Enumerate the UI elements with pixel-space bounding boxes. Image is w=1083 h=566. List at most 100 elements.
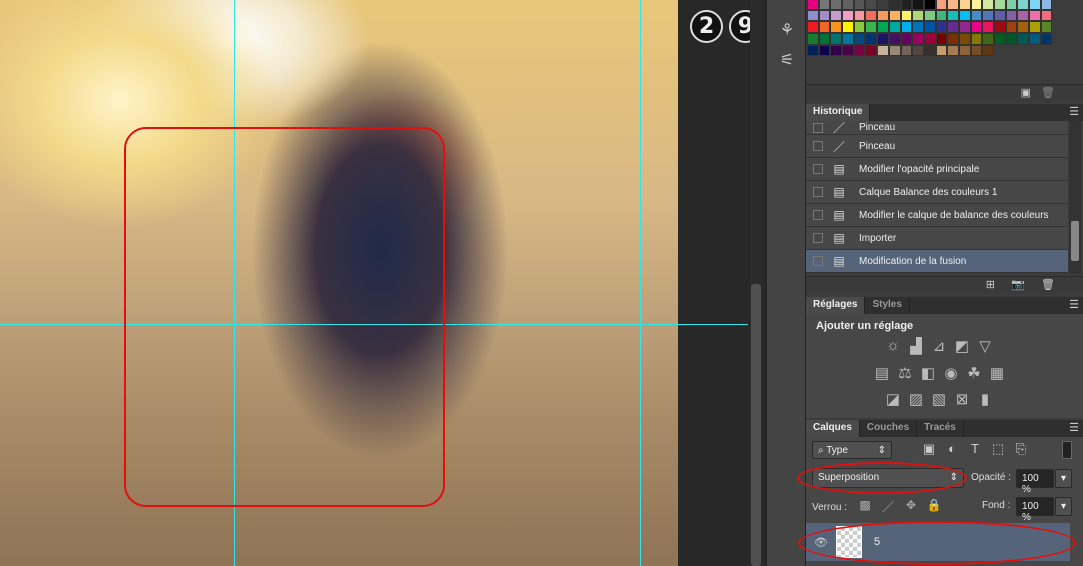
- color-swatch[interactable]: [923, 44, 936, 57]
- filter-shape-icon[interactable]: ⬚: [989, 441, 1007, 457]
- fill-dropdown[interactable]: ▾: [1055, 497, 1072, 516]
- gradient-map-triangle-icon[interactable]: ▽: [976, 337, 994, 355]
- color-swatch[interactable]: [935, 21, 948, 34]
- history-item[interactable]: ／ Pinceau: [806, 121, 1068, 135]
- canvas-scrollbar[interactable]: [750, 0, 762, 566]
- color-swatch[interactable]: [807, 21, 819, 34]
- color-swatch[interactable]: [900, 44, 913, 57]
- color-swatch[interactable]: [1040, 33, 1053, 45]
- posterize-icon[interactable]: ▨: [907, 390, 925, 408]
- color-swatch[interactable]: [935, 0, 948, 10]
- color-swatch[interactable]: [1029, 21, 1041, 34]
- color-swatch[interactable]: [1040, 21, 1053, 34]
- filter-toggle[interactable]: [1062, 441, 1072, 459]
- hue-saturation-icon[interactable]: ▤: [873, 364, 891, 382]
- tab-channels[interactable]: Couches: [860, 420, 918, 437]
- color-swatch[interactable]: [970, 21, 983, 34]
- color-swatch[interactable]: [853, 33, 866, 45]
- color-balance-icon[interactable]: ⚖: [896, 364, 914, 382]
- brush-settings-icon[interactable]: ⚟: [773, 50, 801, 72]
- color-swatch[interactable]: [877, 0, 889, 10]
- color-swatch[interactable]: [1017, 21, 1030, 34]
- color-swatch[interactable]: [970, 33, 983, 45]
- color-swatch[interactable]: [830, 44, 843, 57]
- color-swatch[interactable]: [994, 9, 1006, 22]
- color-swatch[interactable]: [818, 33, 831, 45]
- history-item[interactable]: ▤ Modifier le calque de balance des coule…: [806, 204, 1068, 227]
- swatches-grid[interactable]: [807, 0, 1053, 57]
- color-swatch[interactable]: [830, 0, 843, 10]
- color-swatch[interactable]: [830, 21, 843, 34]
- color-swatch[interactable]: [888, 21, 901, 34]
- color-swatch[interactable]: [888, 44, 901, 57]
- color-swatch[interactable]: [970, 0, 983, 10]
- color-swatch[interactable]: [853, 9, 866, 22]
- color-swatch[interactable]: [900, 33, 913, 45]
- snapshot-checkbox[interactable]: [813, 256, 823, 266]
- color-swatch[interactable]: [877, 44, 889, 57]
- color-swatch[interactable]: [865, 21, 878, 34]
- tab-styles[interactable]: Styles: [865, 297, 910, 314]
- history-scrollbar[interactable]: [1069, 121, 1081, 274]
- color-swatch[interactable]: [888, 0, 901, 10]
- color-swatch[interactable]: [970, 9, 983, 22]
- color-swatch[interactable]: [958, 9, 971, 22]
- snapshot-checkbox[interactable]: [813, 233, 823, 243]
- color-swatch[interactable]: [923, 9, 936, 22]
- color-swatch[interactable]: [853, 44, 866, 57]
- color-swatch[interactable]: [900, 0, 913, 10]
- color-swatch[interactable]: [1017, 0, 1030, 10]
- color-swatch[interactable]: [970, 44, 983, 57]
- color-swatch[interactable]: [958, 21, 971, 34]
- color-swatch[interactable]: [818, 0, 831, 10]
- lock-pixels-icon[interactable]: ／: [879, 498, 897, 515]
- color-swatch[interactable]: [818, 9, 831, 22]
- color-swatch[interactable]: [994, 33, 1006, 45]
- color-swatch[interactable]: [877, 21, 889, 34]
- lock-all-icon[interactable]: 🔒: [925, 498, 943, 515]
- tab-history[interactable]: Historique: [806, 104, 871, 121]
- color-swatch[interactable]: [853, 21, 866, 34]
- color-swatch[interactable]: [947, 44, 959, 57]
- color-swatch[interactable]: [853, 0, 866, 10]
- history-item[interactable]: ▤ Importer: [806, 227, 1068, 250]
- lock-position-icon[interactable]: ✥: [902, 498, 920, 515]
- color-swatch[interactable]: [1017, 9, 1030, 22]
- panel-menu-icon[interactable]: ☰: [1069, 421, 1079, 434]
- new-document-icon[interactable]: ⊞: [986, 278, 995, 291]
- tab-paths[interactable]: Tracés: [917, 420, 964, 437]
- snapshot-checkbox[interactable]: [813, 210, 823, 220]
- history-item[interactable]: ▤ Calque Balance des couleurs 1: [806, 181, 1068, 204]
- color-swatch[interactable]: [958, 33, 971, 45]
- color-swatch[interactable]: [830, 9, 843, 22]
- color-swatch[interactable]: [982, 21, 994, 34]
- color-swatch[interactable]: [935, 44, 948, 57]
- color-swatch[interactable]: [865, 0, 878, 10]
- opacity-dropdown[interactable]: ▾: [1055, 469, 1072, 488]
- color-swatch[interactable]: [888, 9, 901, 22]
- color-swatch[interactable]: [1005, 33, 1018, 45]
- snapshot-checkbox[interactable]: [813, 122, 823, 133]
- filter-pixel-icon[interactable]: ▣: [920, 441, 938, 457]
- brightness-icon[interactable]: ☼: [884, 337, 902, 355]
- color-swatch[interactable]: [923, 0, 936, 10]
- curves-icon[interactable]: ⊿: [930, 337, 948, 355]
- color-swatch[interactable]: [982, 9, 994, 22]
- snapshot-checkbox[interactable]: [813, 164, 823, 174]
- color-swatch[interactable]: [994, 21, 1006, 34]
- selective-color-icon[interactable]: ⊠: [953, 390, 971, 408]
- black-white-icon[interactable]: ◧: [919, 364, 937, 382]
- channel-mixer-icon[interactable]: ☘: [965, 364, 983, 382]
- brush-presets-icon[interactable]: ⚘: [773, 20, 801, 42]
- photo-filter-icon[interactable]: ◉: [942, 364, 960, 382]
- color-swatch[interactable]: [842, 44, 854, 57]
- color-swatch[interactable]: [818, 44, 831, 57]
- color-swatch[interactable]: [1040, 0, 1053, 10]
- color-swatch[interactable]: [912, 44, 924, 57]
- color-swatch[interactable]: [900, 9, 913, 22]
- layer-filter-select[interactable]: ⌕ Type ⇕: [812, 441, 892, 459]
- color-swatch[interactable]: [912, 33, 924, 45]
- color-swatch[interactable]: [935, 33, 948, 45]
- snapshot-icon[interactable]: 📷: [1011, 278, 1025, 291]
- history-item[interactable]: ▤ Modification de la fusion: [806, 250, 1068, 273]
